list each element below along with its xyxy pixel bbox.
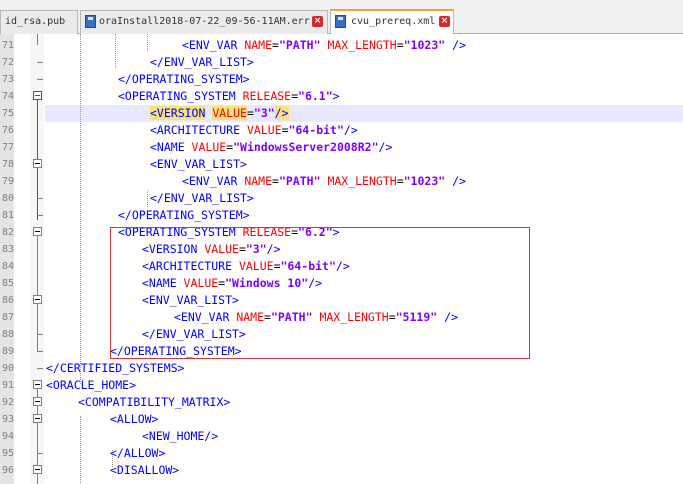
line-number: 81 bbox=[1, 210, 14, 221]
code-line-95: </ALLOW> bbox=[110, 446, 166, 460]
save-file-icon bbox=[335, 15, 346, 28]
fold-end-marker bbox=[37, 62, 43, 63]
save-file-icon bbox=[85, 15, 96, 28]
line-number: 75 bbox=[1, 108, 14, 119]
tab-label: cvu_prereq.xml bbox=[351, 16, 436, 27]
code-line-77: <NAME VALUE="WindowsServer2008R2"/> bbox=[150, 140, 393, 154]
code-line-75: <VERSION VALUE="3"/> bbox=[150, 106, 289, 120]
code-line-91: <ORACLE_HOME> bbox=[46, 378, 137, 392]
code-line-96: <DISALLOW> bbox=[110, 463, 180, 477]
indent-guide bbox=[147, 34, 148, 51]
line-number: 91 bbox=[1, 380, 14, 391]
code-editor[interactable]: 71 72 73 74 75 76 77 78 79 80 81 82 83 8… bbox=[0, 34, 683, 484]
line-number: 90 bbox=[1, 363, 14, 374]
fold-toggle-icon[interactable] bbox=[33, 227, 42, 236]
code-line-78: <ENV_VAR_LIST> bbox=[150, 157, 247, 171]
fold-toggle-icon[interactable] bbox=[33, 465, 42, 474]
line-number: 82 bbox=[1, 227, 14, 238]
line-number: 92 bbox=[1, 397, 14, 408]
close-tab-icon[interactable]: × bbox=[439, 16, 450, 27]
line-number: 93 bbox=[1, 414, 14, 425]
highlight-box bbox=[110, 227, 530, 359]
indent-guide bbox=[80, 34, 81, 384]
line-number: 79 bbox=[1, 176, 14, 187]
code-line-80: </ENV_VAR_LIST> bbox=[150, 191, 254, 205]
line-number: 96 bbox=[1, 465, 14, 476]
code-line-79: <ENV_VAR NAME="PATH" MAX_LENGTH="1023" /… bbox=[182, 174, 466, 188]
line-number: 86 bbox=[1, 295, 14, 306]
tab-label: oraInstall2018-07-22_09-56-11AM.err bbox=[99, 16, 310, 27]
tab-id-rsa-pub[interactable]: id_rsa.pub bbox=[0, 10, 78, 34]
line-number: 78 bbox=[1, 159, 14, 170]
fold-end-marker bbox=[37, 215, 43, 216]
fold-toggle-icon[interactable] bbox=[33, 397, 42, 406]
line-number: 94 bbox=[1, 431, 14, 442]
fold-end-marker bbox=[37, 351, 43, 352]
fold-toggle-icon[interactable] bbox=[33, 91, 42, 100]
line-number: 71 bbox=[1, 40, 14, 51]
fold-toggle-icon[interactable] bbox=[33, 380, 42, 389]
line-number: 95 bbox=[1, 448, 14, 459]
fold-toggle-icon[interactable] bbox=[33, 295, 42, 304]
code-line-76: <ARCHITECTURE VALUE="64-bit"/> bbox=[150, 123, 358, 137]
line-number: 84 bbox=[1, 261, 14, 272]
fold-end-marker bbox=[37, 334, 43, 335]
line-number: 73 bbox=[1, 74, 14, 85]
line-number: 89 bbox=[1, 346, 14, 357]
tab-orainstall-err[interactable]: oraInstall2018-07-22_09-56-11AM.err × bbox=[80, 10, 328, 34]
indent-guide bbox=[147, 190, 148, 207]
line-number: 85 bbox=[1, 278, 14, 289]
line-number: 72 bbox=[1, 57, 14, 68]
tab-label: id_rsa.pub bbox=[5, 16, 66, 27]
indent-guide bbox=[80, 416, 81, 484]
fold-line bbox=[37, 34, 38, 45]
tab-bar: id_rsa.pub oraInstall2018-07-22_09-56-11… bbox=[0, 0, 683, 35]
line-number: 80 bbox=[1, 193, 14, 204]
fold-end-marker bbox=[37, 368, 43, 369]
tab-cvu-prereq-xml[interactable]: cvu_prereq.xml × bbox=[330, 9, 454, 35]
code-line-74: <OPERATING_SYSTEM RELEASE="6.1"> bbox=[118, 89, 340, 103]
line-number: 88 bbox=[1, 329, 14, 340]
code-line-72: </ENV_VAR_LIST> bbox=[150, 55, 254, 69]
code-line-71: <ENV_VAR NAME="PATH" MAX_LENGTH="1023" /… bbox=[182, 38, 466, 52]
code-line-94: <NEW_HOME/> bbox=[142, 429, 219, 443]
code-line-81: </OPERATING_SYSTEM> bbox=[118, 208, 250, 222]
fold-toggle-icon[interactable] bbox=[33, 414, 42, 423]
line-number: 87 bbox=[1, 312, 14, 323]
line-number: 77 bbox=[1, 142, 14, 153]
fold-end-marker bbox=[37, 79, 43, 80]
code-line-93: <ALLOW> bbox=[110, 412, 159, 426]
line-number: 74 bbox=[1, 91, 14, 102]
code-line-90: </CERTIFIED_SYSTEMS> bbox=[46, 361, 185, 375]
current-line-highlight bbox=[45, 105, 683, 122]
fold-end-marker bbox=[37, 198, 43, 199]
line-number: 83 bbox=[1, 244, 14, 255]
close-tab-icon[interactable]: × bbox=[312, 16, 323, 27]
code-line-92: <COMPATIBILITY_MATRIX> bbox=[78, 395, 231, 409]
fold-end-marker bbox=[37, 453, 43, 454]
line-number: 76 bbox=[1, 125, 14, 136]
indent-guide bbox=[115, 34, 116, 68]
fold-toggle-icon[interactable] bbox=[33, 159, 42, 168]
code-line-73: </OPERATING_SYSTEM> bbox=[118, 72, 250, 86]
